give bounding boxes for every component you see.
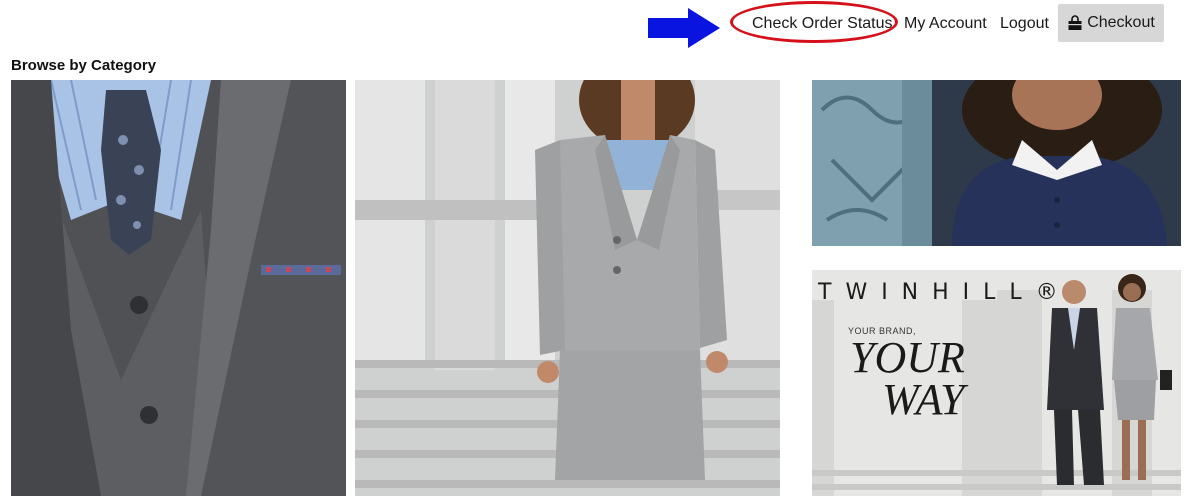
brand-tagline-way: WAY (882, 375, 965, 424)
brand-tagline-your: YOUR (850, 333, 965, 382)
womens-suit-image (355, 80, 780, 496)
checkout-label: Checkout (1087, 14, 1155, 31)
checkout-button[interactable]: Checkout (1058, 4, 1164, 42)
mens-suit-image (11, 80, 346, 496)
blue-arrow-annotation-icon (648, 8, 720, 48)
section-title: Browse by Category (11, 57, 157, 74)
category-tile-sweaters[interactable] (812, 80, 1181, 246)
logout-link[interactable]: Logout (1000, 13, 1049, 35)
check-order-status-link[interactable]: Check Order Status (752, 13, 893, 35)
brand-text-overlay: TWINHILL® YOUR BRAND, YOUR WAY (812, 270, 1181, 496)
sweater-image (812, 80, 1181, 246)
shopping-bag-icon (1068, 15, 1082, 30)
my-account-link[interactable]: My Account (904, 13, 987, 35)
category-tile-mens-suits[interactable] (11, 80, 346, 496)
category-tile-womens-suits[interactable] (355, 80, 780, 496)
category-tile-twinhill-brand[interactable]: TWINHILL® YOUR BRAND, YOUR WAY (812, 270, 1181, 496)
twinhill-logo: TWINHILL® (818, 280, 1072, 305)
top-navigation: Check Order Status My Account Logout Che… (0, 0, 1188, 50)
